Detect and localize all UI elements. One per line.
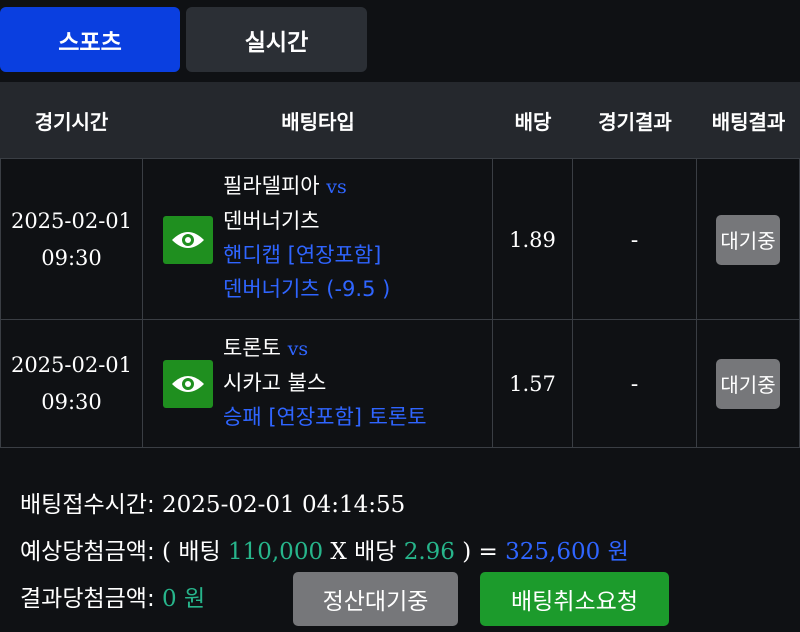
market-name: 승패 [연장포함] 토론토 (223, 405, 427, 429)
eye-icon[interactable] (163, 215, 213, 264)
bet-history-table: 경기시간 배팅타입 배당 경기결과 배팅결과 2025-02-01 09:30 … (0, 82, 800, 448)
game-time: 09:30 (41, 245, 102, 270)
tab-bar: 스포츠 실시간 (0, 0, 800, 82)
header-game-result: 경기결과 (598, 109, 672, 134)
game-time-cell: 2025-02-01 09:30 (0, 320, 143, 447)
bet-details: 필라델피아 vs 덴버너기츠 핸디캡 [연장포함] 덴버너기츠 (-9.5 ) (223, 169, 390, 306)
vs-label: vs (287, 338, 309, 360)
table-header: 경기시간 배팅타입 배당 경기결과 배팅결과 (0, 82, 800, 158)
bet-result-cell: 대기중 (697, 159, 800, 320)
header-bet-result: 배팅결과 (711, 109, 786, 134)
settle-pending-button[interactable]: 정산대기중 (293, 572, 458, 626)
header-game-time: 경기시간 (34, 109, 109, 134)
home-team: 토론토 (223, 336, 281, 360)
away-team: 덴버너기츠 (223, 209, 320, 233)
bet-type-cell: 토론토 vs 시카고 불스 승패 [연장포함] 토론토 (143, 320, 493, 447)
received-label: 배팅접수시간: (20, 492, 155, 518)
status-badge[interactable]: 대기중 (716, 358, 780, 409)
game-time-cell: 2025-02-01 09:30 (0, 159, 143, 320)
away-team: 시카고 불스 (223, 371, 327, 395)
result-amount: 0 원 (162, 586, 206, 612)
expected-amount-line: 예상당첨금액: ( 배팅 110,000 X 배당 2.96 ) = 325,6… (20, 532, 629, 566)
odds-label: 배당 (354, 539, 397, 565)
header-odds: 배당 (514, 109, 552, 134)
market-name: 핸디캡 [연장포함] (223, 243, 382, 267)
game-date: 2025-02-01 (10, 352, 133, 377)
result-label: 결과당첨금액: (20, 586, 155, 612)
eye-icon[interactable] (163, 359, 213, 408)
paren-open: ( (162, 539, 172, 565)
status-badge[interactable]: 대기중 (716, 214, 780, 265)
bet-result-cell: 대기중 (697, 320, 800, 447)
tab-live[interactable]: 실시간 (186, 7, 367, 72)
bet-summary: 배팅접수시간: 2025-02-01 04:14:55 예상당첨금액: ( 배팅… (0, 448, 800, 632)
result-amount-line: 결과당첨금액: 0 원 (20, 579, 205, 613)
total-odds: 2.96 (403, 539, 455, 565)
game-result-cell: - (573, 320, 697, 447)
table-row: 2025-02-01 09:30 필라델피아 vs 덴버너기츠 핸디캡 [연장포… (0, 158, 800, 320)
paren-close: ) = (462, 539, 498, 565)
expected-amount: 325,600 원 (505, 539, 629, 565)
times-sign: X (330, 539, 347, 565)
home-team: 필라델피아 (223, 174, 320, 198)
game-date: 2025-02-01 (10, 208, 133, 233)
expected-label: 예상당첨금액: (20, 539, 155, 565)
bet-label: 배팅 (178, 539, 221, 565)
game-time: 09:30 (41, 389, 102, 414)
game-result-cell: - (573, 159, 697, 320)
table-row: 2025-02-01 09:30 토론토 vs 시카고 불스 승패 [연장포함]… (0, 319, 800, 448)
odds-cell: 1.57 (493, 320, 573, 447)
bet-details: 토론토 vs 시카고 불스 승패 [연장포함] 토론토 (223, 331, 427, 434)
received-time: 2025-02-01 04:14:55 (162, 492, 406, 518)
header-bet-type: 배팅타입 (281, 109, 355, 134)
vs-label: vs (326, 176, 347, 198)
tab-sports[interactable]: 스포츠 (0, 7, 180, 72)
cancel-bet-button[interactable]: 배팅취소요청 (480, 572, 669, 626)
odds-cell: 1.89 (493, 159, 573, 320)
received-time-line: 배팅접수시간: 2025-02-01 04:14:55 (20, 485, 405, 519)
bet-type-cell: 필라델피아 vs 덴버너기츠 핸디캡 [연장포함] 덴버너기츠 (-9.5 ) (143, 159, 493, 320)
bet-amount: 110,000 (227, 539, 324, 565)
bet-pick: 덴버너기츠 (-9.5 ) (223, 277, 391, 301)
